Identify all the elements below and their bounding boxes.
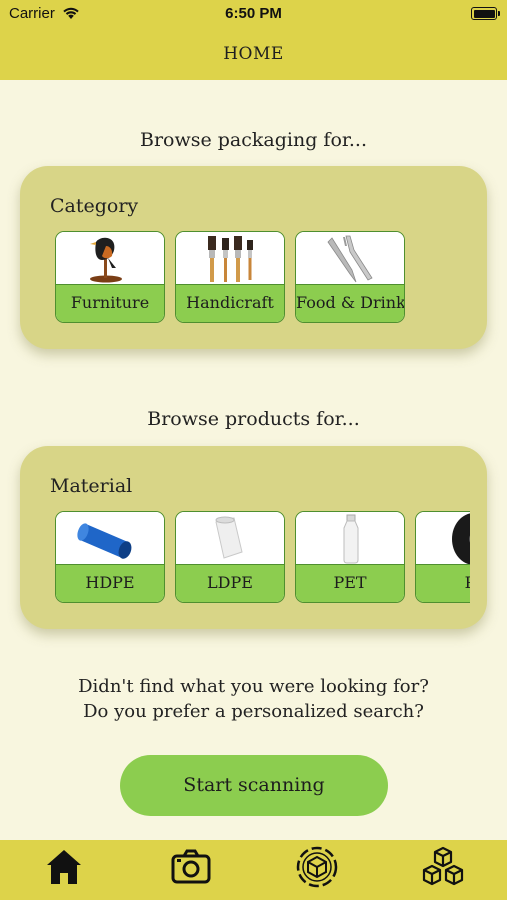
material-tile-hdpe[interactable]: HDPE xyxy=(55,511,165,603)
material-tile-pet[interactable]: PET xyxy=(295,511,405,603)
navigation-bar: HOME xyxy=(0,28,507,80)
battery-icon xyxy=(471,7,500,20)
products-heading: Browse products for... xyxy=(147,408,360,430)
material-panel: Material HDPE LDPE PET xyxy=(20,446,487,629)
category-tile-handicraft[interactable]: Handicraft xyxy=(175,231,285,323)
tab-bar xyxy=(0,840,507,900)
category-label: Category xyxy=(50,195,139,217)
page-title: HOME xyxy=(223,44,284,64)
status-bar: Carrier 6:50 PM xyxy=(0,0,507,28)
boxes-icon xyxy=(422,846,464,886)
category-panel: Category Furniture Handicraft Food & Dri… xyxy=(20,166,487,349)
category-tile-label: Food & Drinks xyxy=(296,284,404,322)
plastic-bottle-icon xyxy=(296,512,404,566)
camera-icon xyxy=(171,849,211,884)
home-icon xyxy=(47,850,81,884)
prompt-line-1: Didn't find what you were looking for? xyxy=(78,676,429,697)
cutlery-icon xyxy=(296,232,404,286)
category-tile-food-drinks[interactable]: Food & Drinks xyxy=(295,231,405,323)
packaging-heading: Browse packaging for... xyxy=(139,129,368,151)
tab-home[interactable] xyxy=(41,844,87,890)
material-tile-label: LDPE xyxy=(176,564,284,602)
blue-pipe-icon xyxy=(56,512,164,566)
scan-cube-icon xyxy=(296,846,338,888)
category-tile-furniture[interactable]: Furniture xyxy=(55,231,165,323)
film-roll-icon xyxy=(176,512,284,566)
material-list[interactable]: HDPE LDPE PET xyxy=(55,511,470,603)
material-tile-ldpe[interactable]: LDPE xyxy=(175,511,285,603)
material-label: Material xyxy=(50,475,133,497)
paintbrushes-icon xyxy=(176,232,284,286)
tab-scan[interactable] xyxy=(294,844,340,890)
black-roll-icon xyxy=(416,512,470,566)
tab-camera[interactable] xyxy=(168,844,214,890)
material-tile-partial[interactable]: P xyxy=(415,511,470,603)
bird-figurine-icon xyxy=(56,232,164,286)
material-tile-label: P xyxy=(416,564,470,602)
category-tile-label: Handicraft xyxy=(176,284,284,322)
prompt-line-2: Do you prefer a personalized search? xyxy=(83,701,424,722)
start-scanning-button[interactable]: Start scanning xyxy=(120,755,388,816)
tab-boxes[interactable] xyxy=(420,844,466,890)
clock: 6:50 PM xyxy=(225,5,282,22)
material-tile-label: PET xyxy=(296,564,404,602)
material-tile-label: HDPE xyxy=(56,564,164,602)
category-tile-label: Furniture xyxy=(56,284,164,322)
category-list[interactable]: Furniture Handicraft Food & Drinks xyxy=(55,231,470,323)
